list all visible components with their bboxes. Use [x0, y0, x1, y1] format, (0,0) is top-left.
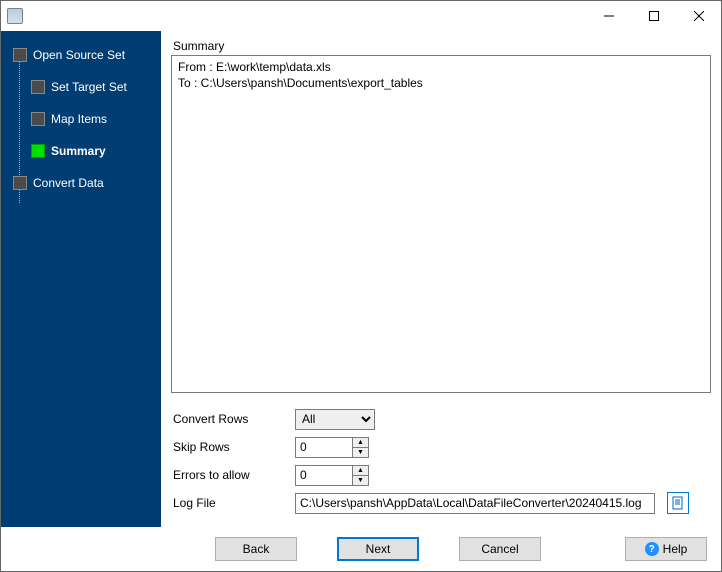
log-file-browse-button[interactable]	[667, 492, 689, 514]
sidebar-item-label: Summary	[51, 144, 106, 158]
summary-textarea[interactable]: From : E:\work\temp\data.xls To : C:\Use…	[171, 55, 711, 393]
skip-rows-label: Skip Rows	[171, 440, 295, 454]
app-window: Open Source Set Set Target Set Map Items…	[0, 0, 722, 572]
main-panel: Summary From : E:\work\temp\data.xls To …	[161, 31, 721, 527]
errors-allow-input[interactable]	[296, 466, 352, 485]
log-file-input[interactable]	[295, 493, 655, 514]
back-button[interactable]: Back	[215, 537, 297, 561]
window-controls	[586, 2, 721, 31]
step-box-icon	[31, 80, 45, 94]
errors-allow-label: Errors to allow	[171, 468, 295, 482]
sidebar-item-set-target-set[interactable]: Set Target Set	[1, 71, 161, 103]
cancel-button[interactable]: Cancel	[459, 537, 541, 561]
help-button-label: Help	[663, 542, 688, 556]
errors-allow-stepper[interactable]: ▲ ▼	[295, 465, 369, 486]
help-button[interactable]: ? Help	[625, 537, 707, 561]
skip-rows-stepper[interactable]: ▲ ▼	[295, 437, 369, 458]
wizard-button-bar: Back Next Cancel ? Help	[1, 527, 721, 571]
step-box-icon	[31, 144, 45, 158]
step-box-icon	[13, 176, 27, 190]
step-box-icon	[13, 48, 27, 62]
sidebar-item-map-items[interactable]: Map Items	[1, 103, 161, 135]
sidebar-item-convert-data[interactable]: Convert Data	[1, 167, 161, 199]
next-button[interactable]: Next	[337, 537, 419, 561]
sidebar-item-label: Open Source Set	[33, 48, 125, 62]
sidebar-item-label: Set Target Set	[51, 80, 127, 94]
title-bar	[1, 1, 721, 31]
close-button[interactable]	[676, 2, 721, 31]
convert-rows-select[interactable]: All	[295, 409, 375, 430]
log-file-label: Log File	[171, 496, 295, 510]
sidebar-item-summary[interactable]: Summary	[1, 135, 161, 167]
skip-rows-down-icon[interactable]: ▼	[353, 448, 368, 457]
options-form: Convert Rows All Skip Rows ▲	[171, 405, 711, 517]
help-icon: ?	[645, 542, 659, 556]
sidebar-item-open-source-set[interactable]: Open Source Set	[1, 39, 161, 71]
sidebar-item-label: Convert Data	[33, 176, 104, 190]
convert-rows-label: Convert Rows	[171, 412, 295, 426]
errors-up-icon[interactable]: ▲	[353, 466, 368, 476]
skip-rows-input[interactable]	[296, 438, 352, 457]
errors-down-icon[interactable]: ▼	[353, 476, 368, 485]
skip-rows-up-icon[interactable]: ▲	[353, 438, 368, 448]
minimize-button[interactable]	[586, 2, 631, 31]
maximize-button[interactable]	[631, 2, 676, 31]
app-icon	[7, 8, 23, 24]
section-heading: Summary	[171, 39, 711, 53]
step-box-icon	[31, 112, 45, 126]
sidebar-item-label: Map Items	[51, 112, 107, 126]
wizard-sidebar: Open Source Set Set Target Set Map Items…	[1, 31, 161, 527]
document-icon	[671, 496, 685, 510]
